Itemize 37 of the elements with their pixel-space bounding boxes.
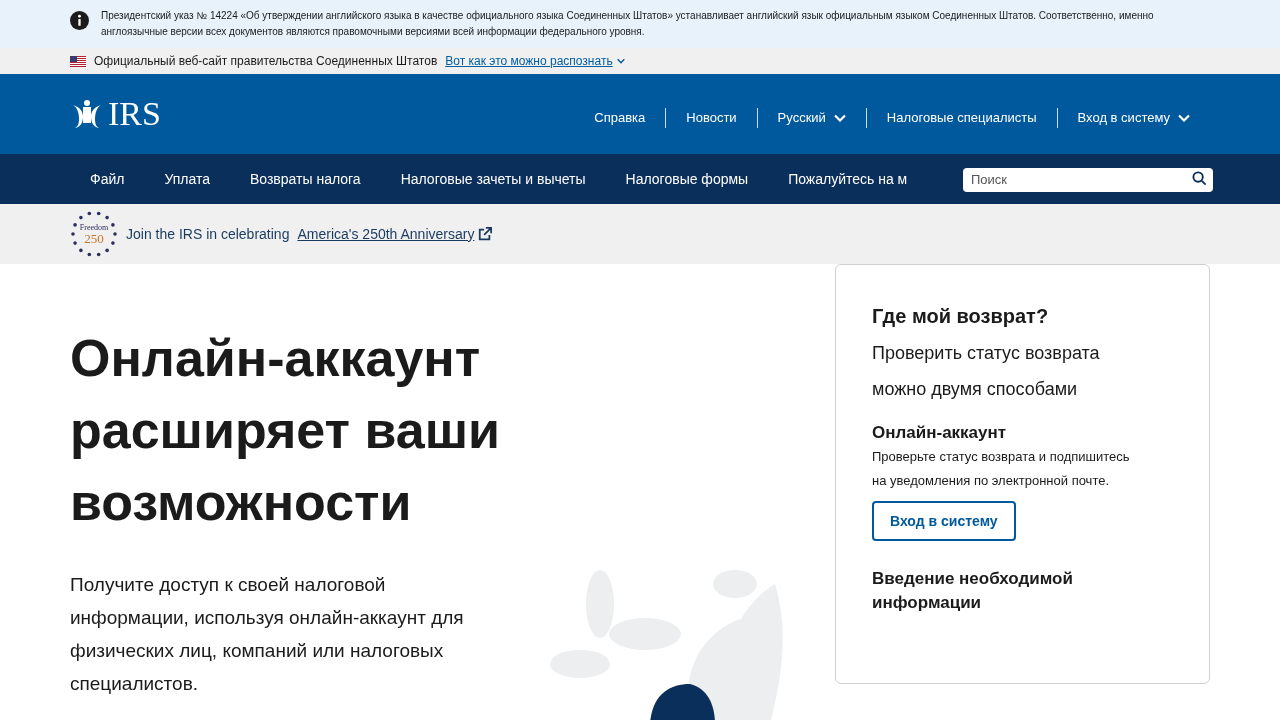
badge-text: Freedom [79,223,109,232]
chevron-down-icon [1178,114,1190,122]
star-ring-icon [70,210,118,258]
main-nav-item[interactable]: Уплата [144,168,230,190]
external-link-icon [478,227,493,241]
header-link[interactable]: Русский [757,108,866,128]
main-nav-item[interactable]: Налоговые формы [605,168,769,190]
chevron-down-icon [616,58,625,64]
promo-text: Join the IRS in celebrating [126,224,290,244]
logo-text: IRS [108,97,161,131]
header-link[interactable]: Налоговые специалисты [866,108,1057,128]
section-heading: Введение необходимой информации [872,568,1074,614]
main-nav-item[interactable]: Файл [70,168,145,190]
hero-text: Получите доступ к своей налоговой информации, используя онлайн-аккаунт для физических лиц, компаний или налоговых специалистов. [70,573,465,696]
card-subtitle: Проверить статус возврата можно двумя способами [872,342,1101,401]
header-link[interactable]: Новости [666,108,757,128]
card-title: Где мой возврат? [872,304,1050,329]
main-nav-item[interactable]: Возвраты налога [229,168,381,190]
sign-in-button[interactable]: Вход в систему [872,501,1016,541]
search-icon[interactable] [1192,171,1207,186]
hero-title: Онлайн-аккаунт расширяет ваши возможности [70,328,501,533]
anniversary-link[interactable]: America's 250th Anniversary [297,223,475,245]
main-nav-item[interactable]: Налоговые зачеты и вычеты [380,168,606,190]
search-field[interactable]: Поиск [963,167,1213,192]
section-heading: Онлайн-аккаунт [872,422,1008,444]
badge-number: 250 [84,231,104,245]
flag-icon [70,55,86,67]
header-link[interactable]: Вход в систему [1057,108,1210,128]
main-nav-item[interactable]: Пожалуйтесь на м [768,168,928,190]
gov-banner-link[interactable]: Вот как это можно распознать [445,52,625,70]
chevron-down-icon [833,114,846,122]
gov-banner-text: Официальный веб-сайт правительства Соединенных Штатов [94,53,438,70]
info-icon [70,11,89,30]
notice-text: Президентский указ № 14224 «Об утверждении английского языка в качестве официального языка Соединенных Штатов» устанавливает английский язык официальным языком Соединенных Штатов. Соответственно, именно англоязычные версии всех документов являются правомочными версиями всей информации федерального уровня. [101,9,1155,39]
section-text: Проверьте статус возврата и подпишитесь на уведомления по электронной почте. [872,448,1131,490]
irs-logo[interactable]: IRS [70,97,161,131]
header-link[interactable]: Справка [574,108,666,128]
